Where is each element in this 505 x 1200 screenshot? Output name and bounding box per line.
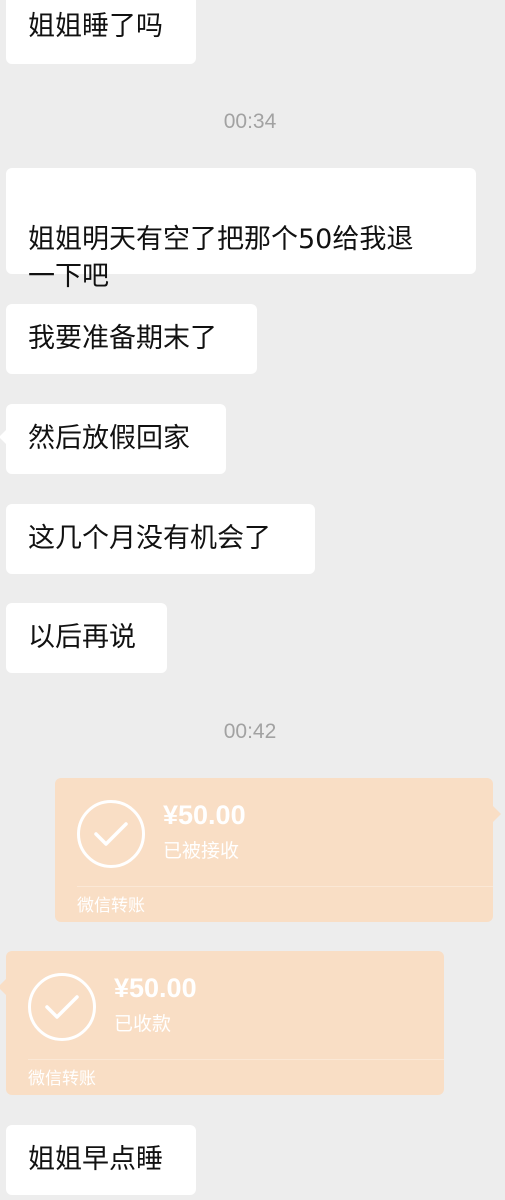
transfer-status: 已收款 bbox=[114, 1013, 172, 1035]
message-text: 姐姐睡了吗 bbox=[28, 11, 163, 42]
check-circle-icon bbox=[77, 800, 145, 868]
timestamp: 00:42 bbox=[223, 720, 277, 743]
transfer-label: 微信转账 bbox=[28, 1069, 96, 1089]
message-text: 以后再说 bbox=[28, 622, 136, 653]
transfer-card[interactable]: ¥50.00 已收款 微信转账 bbox=[0, 951, 444, 1095]
transfer-divider bbox=[77, 886, 493, 887]
message-bubble[interactable]: 以后再说 bbox=[6, 603, 167, 673]
message-text: 姐姐早点睡 bbox=[28, 1144, 163, 1175]
transfer-divider bbox=[28, 1059, 444, 1060]
timestamp: 00:34 bbox=[223, 110, 277, 133]
check-circle-icon bbox=[28, 973, 96, 1041]
transfer-label: 微信转账 bbox=[77, 896, 145, 916]
message-text: 这几个月没有机会了 bbox=[28, 523, 271, 554]
transfer-card[interactable]: ¥50.00 已被接收 微信转账 bbox=[55, 778, 501, 922]
message-bubble[interactable]: 这几个月没有机会了 bbox=[6, 504, 315, 574]
message-bubble[interactable]: 姐姐早点睡 bbox=[6, 1125, 196, 1195]
message-text: 姐姐明天有空了把那个50给我退 一下吧 bbox=[28, 224, 414, 292]
transfer-amount: ¥50.00 bbox=[163, 800, 246, 830]
message-text: 然后放假回家 bbox=[28, 423, 190, 454]
message-bubble[interactable]: 然后放假回家 bbox=[0, 404, 226, 474]
transfer-status: 已被接收 bbox=[163, 840, 240, 862]
message-text: 我要准备期末了 bbox=[28, 323, 217, 354]
transfer-amount: ¥50.00 bbox=[114, 973, 197, 1003]
message-bubble[interactable]: 姐姐明天有空了把那个50给我退 一下吧 bbox=[6, 168, 476, 292]
message-bubble[interactable]: 姐姐睡了吗 bbox=[6, 0, 196, 64]
message-bubble[interactable]: 我要准备期末了 bbox=[6, 304, 257, 374]
